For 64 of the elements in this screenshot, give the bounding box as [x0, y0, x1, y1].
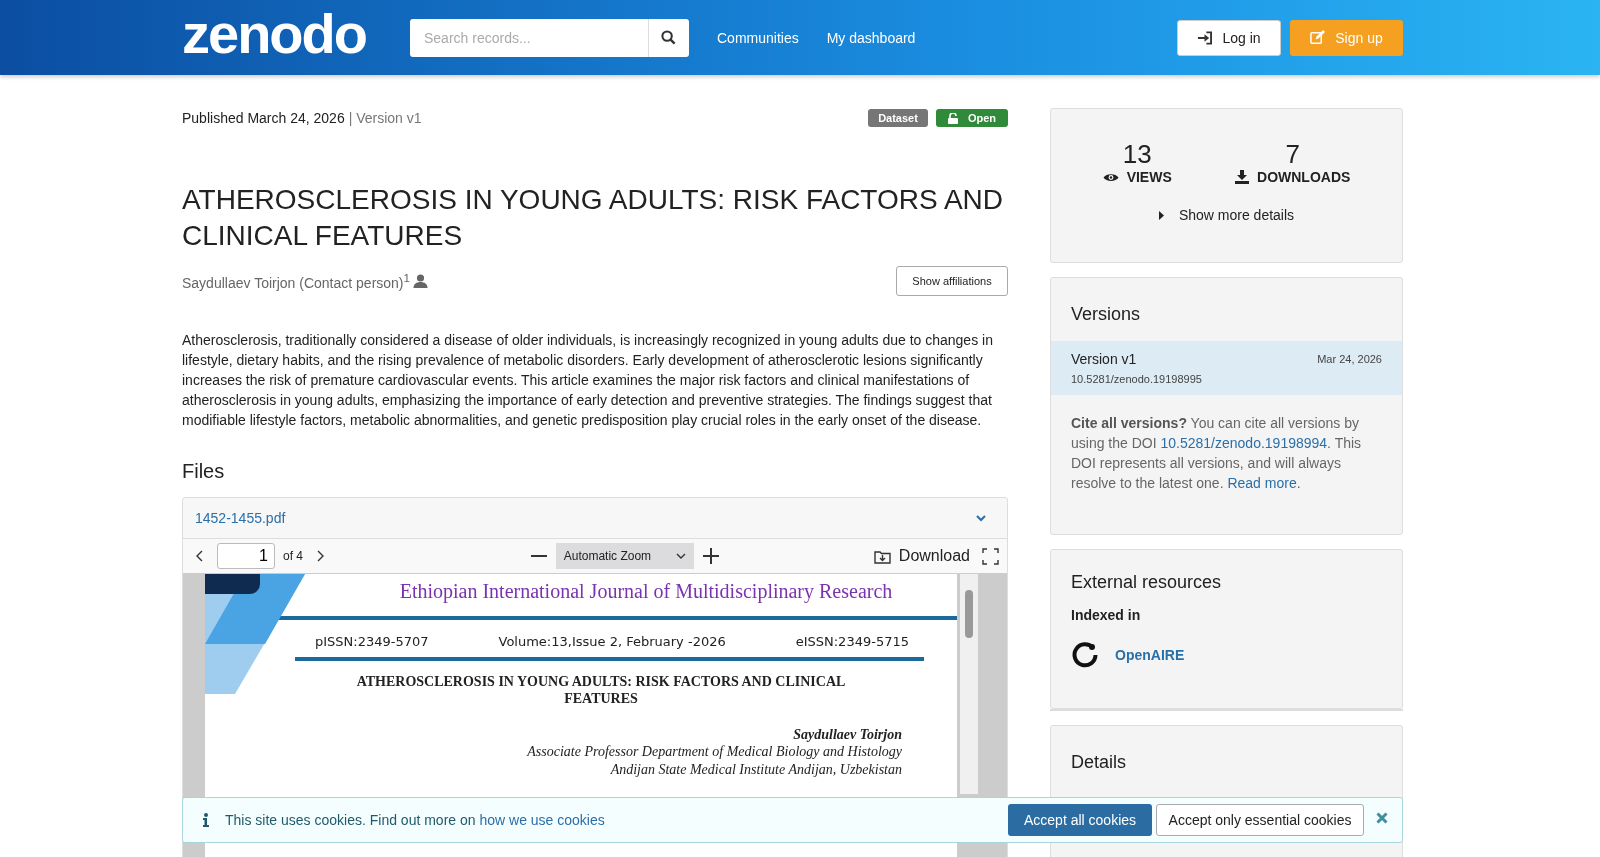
card-heading: Versions — [1070, 303, 1142, 326]
volume-text: Volume:13,Issue 2, February -2026 — [498, 634, 726, 649]
version-label: | Version v1 — [348, 110, 422, 126]
caret-icon — [675, 552, 686, 560]
publication-date: Published March 24, 2026 — [182, 110, 345, 126]
info-icon — [203, 813, 209, 827]
cite-text: Cite all versions? You can cite all versions by using the DOI 10.5281/zenodo.19198994. This DOI represents all versions, and will always resolve to the latest one. Read more. — [1070, 414, 1363, 493]
record-title: ATHEROSCLEROSIS IN YOUNG ADULTS: RISK FACTORS AND CLINICAL FEATURES — [182, 183, 1004, 253]
document-title: ATHEROSCLEROSIS IN YOUNG ADULTS: RISK FACTORS AND CLINICAL FEATURES — [355, 673, 847, 707]
search-icon — [661, 30, 677, 45]
stat-value: 7 — [1285, 139, 1300, 169]
document-affiliation: Associate Professor Department of Medical Biology and Histology — [525, 743, 903, 761]
nav-link[interactable]: My dashboard — [826, 29, 916, 46]
download-button[interactable]: Download — [873, 547, 970, 565]
record-badge: Open — [935, 109, 1008, 127]
scrollbar[interactable] — [960, 574, 978, 794]
record-badge: Dataset — [868, 109, 928, 127]
openaire-link[interactable]: OpenAIRE — [1115, 647, 1185, 663]
author-name[interactable]: Saydullaev Toirjon (Contact person)$^{1}$ — [182, 271, 410, 291]
stat-label: DOWNLOADS — [1235, 169, 1351, 185]
accept-all-button[interactable]: Accept all cookies — [1008, 804, 1152, 836]
accept-essential-button[interactable]: Accept only essential cookies — [1156, 804, 1364, 836]
cookie-policy-link[interactable]: how we use cookies — [479, 812, 605, 828]
file-link[interactable]: 1452-1455.pdf — [195, 510, 286, 526]
download-icon — [1235, 170, 1249, 184]
document-affiliation: Andijan State Medical Institute Andijan, Uzbekistan — [609, 761, 903, 779]
issn-text: eISSN:2349-5715 — [795, 634, 909, 649]
caret-icon — [1158, 210, 1165, 220]
search-field[interactable]: Search records... — [410, 18, 648, 57]
show-affiliations-button[interactable]: Show affiliations — [896, 266, 1008, 296]
document-author: Saydullaev Toirjon — [792, 726, 903, 743]
chevron-down-icon[interactable] — [975, 514, 987, 522]
version-item[interactable]: Version v1 Mar 24, 2026 10.5281/zenodo.19198995 — [1051, 341, 1402, 395]
close-icon[interactable] — [1376, 812, 1388, 824]
fullscreen-icon[interactable] — [982, 547, 999, 565]
journal-name: Ethiopian International Journal of Multidisciplinary Research — [398, 579, 894, 605]
page-number-field[interactable]: 1 — [217, 543, 275, 569]
abstract-text: Atherosclerosis, traditionally considered a disease of older individuals, is increasingly recognized in young adults due to changes in lifestyle, dietary habits, and the rising prevalence of metabolic disorders. Early development of atherosclerotic lesions significantly increases the risk of premature cardiovascular events. This article examines the major risk factors and clinical manifestations of atherosclerosis in young adults, emphasizing the importance of early detection and preventive strategies. The findings suggest that modifiable lifestyle factors, metabolic abnormalities, and genetic predisposition play crucial roles in the early onset of the disease. — [182, 331, 994, 430]
zoom-out-icon[interactable] — [529, 554, 548, 558]
show-more-details-link[interactable]: Show more details — [1051, 207, 1402, 223]
zoom-dropdown[interactable]: Automatic Zoom — [555, 543, 694, 569]
circular-arrow-icon — [1071, 641, 1099, 669]
field-label: Indexed in — [1070, 607, 1142, 623]
download-icon — [873, 548, 891, 564]
page-count: of 4 — [283, 549, 303, 563]
eye-icon — [1102, 171, 1119, 183]
next-page-icon[interactable] — [315, 549, 325, 563]
card-heading: Details — [1070, 751, 1128, 774]
nav-link[interactable]: Communities — [717, 29, 799, 46]
stat-label: VIEWS — [1102, 169, 1172, 185]
previous-page-icon[interactable] — [195, 549, 205, 563]
stat-value: 13 — [1122, 139, 1152, 169]
site-logo[interactable]: zenodo — [182, 5, 366, 62]
edit-icon — [1310, 30, 1326, 45]
section-heading: Files — [182, 460, 226, 483]
search-button[interactable] — [648, 18, 689, 57]
cookie-text: This site uses cookies. Find out more on how we use cookies — [225, 812, 605, 828]
card-heading: External resources — [1070, 571, 1223, 594]
login-icon — [1197, 30, 1213, 45]
issn-text: pISSN:2349-5707 — [315, 634, 429, 649]
person-icon — [413, 274, 428, 288]
read-more-link[interactable]: Read more. — [1227, 475, 1301, 491]
zoom-in-icon[interactable] — [701, 547, 720, 565]
login-button[interactable]: Log in — [1177, 19, 1281, 56]
